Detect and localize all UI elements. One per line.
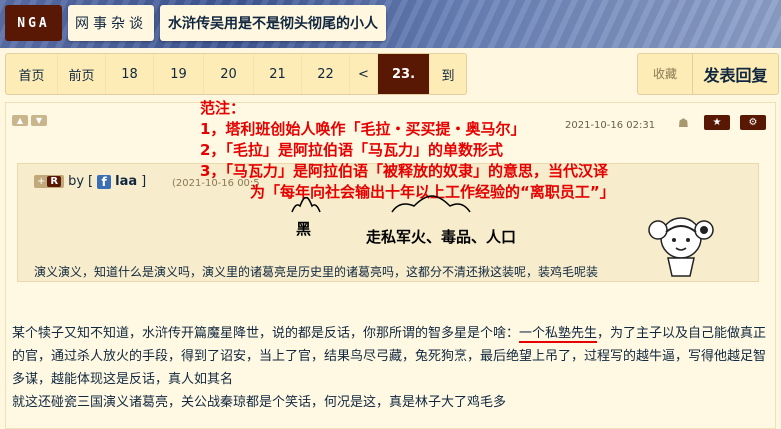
breadcrumb-section[interactable]: 网事杂谈 (68, 5, 154, 41)
annotation-list: 走私军火、毒品、人口 (366, 228, 517, 246)
underlined-phrase: 一个私塾先生 (519, 326, 598, 343)
annotation-black: 黑 (296, 220, 312, 238)
nga-logo[interactable]: NGA (5, 5, 62, 41)
post-paragraph: 就这还碰瓷三国演义诸葛亮，关公战秦琼都是个笑话，何况是这，真是林子大了鸡毛多 (12, 395, 507, 410)
post-body: 某个犊子又知不知道，水浒传开篇魔星降世，说的都是反话，你那所谓的智多星是个啥：一… (12, 326, 767, 410)
breadcrumb-thread-title[interactable]: 水浒传吴用是不是彻头彻尾的小人 (160, 5, 386, 41)
